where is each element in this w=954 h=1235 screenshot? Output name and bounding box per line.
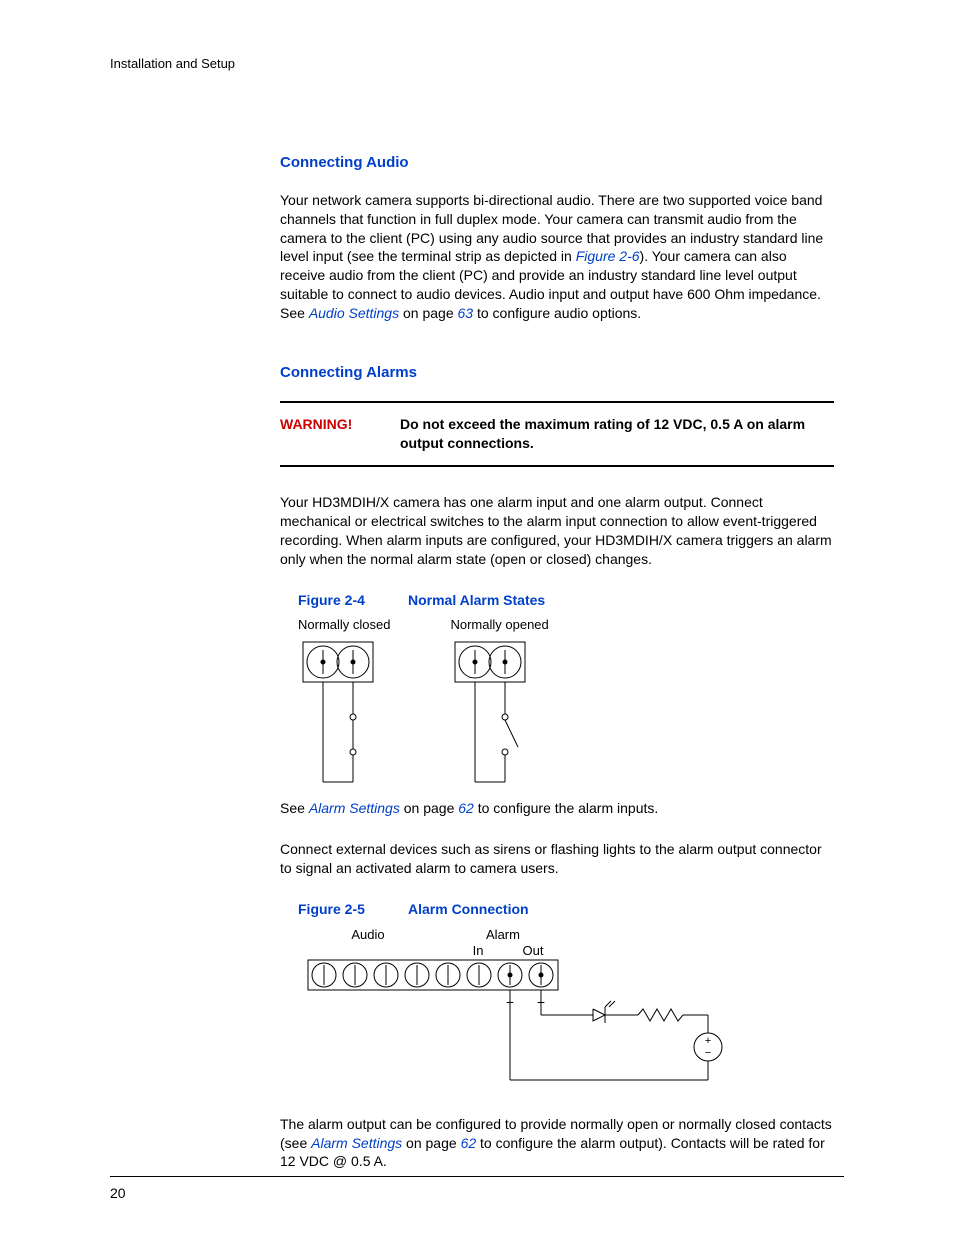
diagram-alarm-connection-icon: Audio Alarm In Out	[298, 925, 738, 1095]
figure-2-4-caption: Figure 2-4Normal Alarm States	[298, 591, 834, 610]
warning-label: WARNING!	[280, 415, 400, 453]
figure-2-5: Audio Alarm In Out	[298, 925, 834, 1095]
svg-text:In: In	[473, 943, 484, 958]
footer-rule	[110, 1176, 844, 1177]
link-page-63[interactable]: 63	[458, 305, 474, 321]
link-audio-settings[interactable]: Audio Settings	[309, 305, 399, 321]
svg-text:Audio: Audio	[351, 927, 384, 942]
link-figure-2-6[interactable]: Figure 2-6	[576, 248, 640, 264]
figure-number: Figure 2-5	[298, 900, 408, 919]
para-alarms-3: Connect external devices such as sirens …	[280, 840, 834, 878]
text: on page	[399, 305, 457, 321]
svg-text:−: −	[705, 1047, 711, 1059]
diagram-normally-opened-icon	[450, 637, 530, 787]
para-alarms-1: Your HD3MDIH/X camera has one alarm inpu…	[280, 493, 834, 569]
figure-2-4: Normally closed	[298, 616, 834, 788]
page-number: 20	[110, 1184, 126, 1203]
svg-text:Out: Out	[523, 943, 544, 958]
para-alarms-4: The alarm output can be configured to pr…	[280, 1115, 834, 1172]
figure-2-5-caption: Figure 2-5Alarm Connection	[298, 900, 834, 919]
text: See	[280, 800, 309, 816]
figure-2-4-left: Normally closed	[298, 616, 390, 788]
link-alarm-settings-1[interactable]: Alarm Settings	[309, 800, 400, 816]
page: Installation and Setup Connecting Audio …	[0, 0, 954, 1235]
para-audio-1: Your network camera supports bi-directio…	[280, 191, 834, 323]
link-page-62-1[interactable]: 62	[458, 800, 474, 816]
text: to configure the alarm inputs.	[474, 800, 658, 816]
text: to configure audio options.	[473, 305, 641, 321]
link-page-62-2[interactable]: 62	[461, 1135, 477, 1151]
link-alarm-settings-2[interactable]: Alarm Settings	[311, 1135, 402, 1151]
warning-text: Do not exceed the maximum rating of 12 V…	[400, 415, 834, 453]
text: on page	[402, 1135, 460, 1151]
heading-connecting-audio: Connecting Audio	[280, 153, 834, 173]
figure-title: Normal Alarm States	[408, 592, 545, 608]
label-normally-closed: Normally closed	[298, 616, 390, 634]
label-normally-opened: Normally opened	[450, 616, 548, 634]
page-content: Connecting Audio Your network camera sup…	[280, 153, 834, 1172]
para-alarms-2: See Alarm Settings on page 62 to configu…	[280, 799, 834, 818]
warning-block: WARNING! Do not exceed the maximum ratin…	[280, 401, 834, 467]
running-head: Installation and Setup	[110, 55, 844, 73]
figure-title: Alarm Connection	[408, 901, 529, 917]
figure-2-4-right: Normally opened	[450, 616, 548, 788]
svg-text:+: +	[705, 1035, 711, 1047]
figure-number: Figure 2-4	[298, 591, 408, 610]
svg-text:Alarm: Alarm	[486, 927, 520, 942]
heading-connecting-alarms: Connecting Alarms	[280, 363, 834, 383]
diagram-normally-closed-icon	[298, 637, 378, 787]
text: on page	[400, 800, 458, 816]
